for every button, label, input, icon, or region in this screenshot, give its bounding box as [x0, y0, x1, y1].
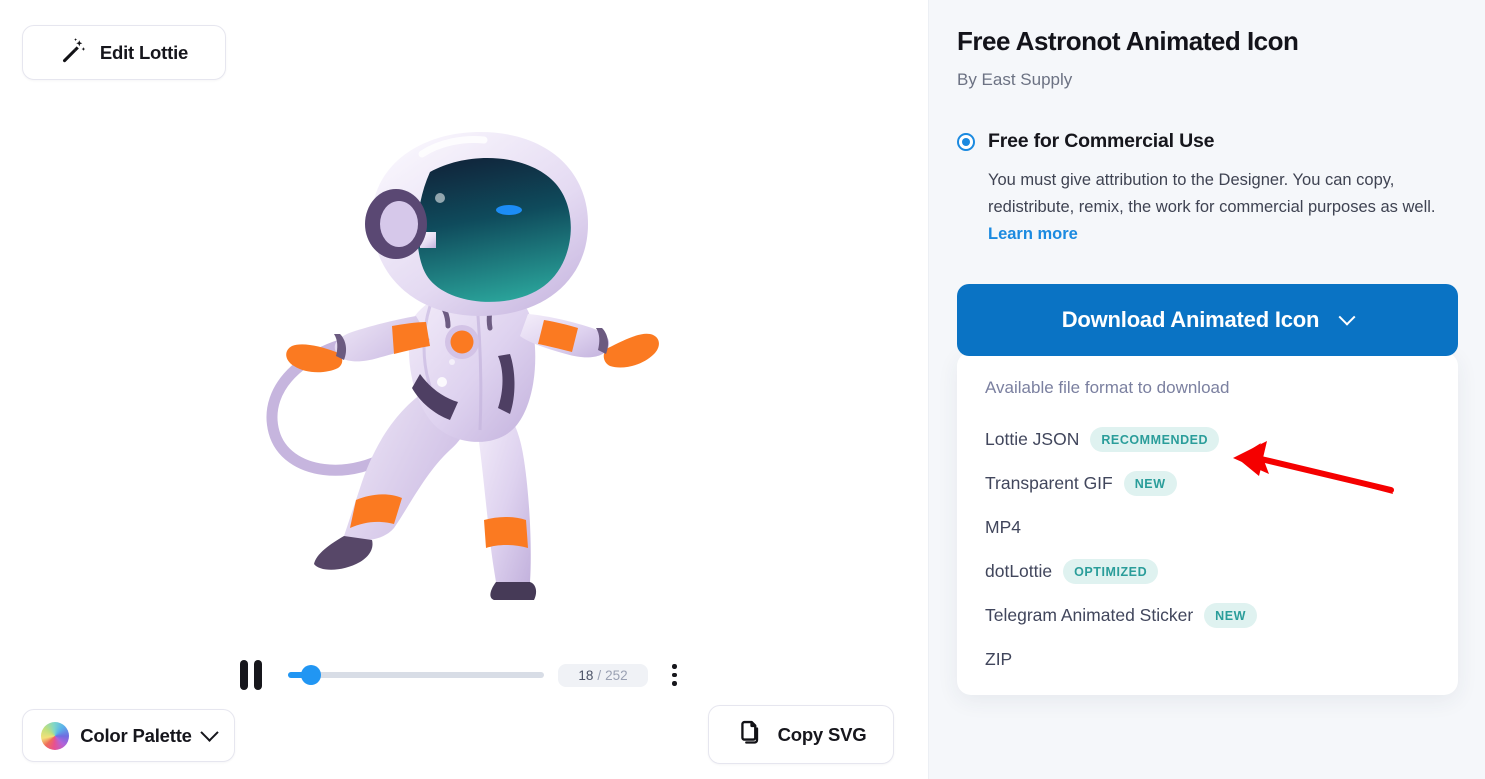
more-vertical-icon[interactable] [668, 660, 681, 690]
chevron-down-icon [200, 723, 219, 742]
format-label: ZIP [985, 649, 1013, 670]
format-option-transparent-gif[interactable]: Transparent GIF NEW [985, 462, 1430, 506]
copy-pages-icon [736, 718, 764, 751]
available-formats-card: Available file format to download Lottie… [957, 351, 1458, 695]
edit-lottie-label: Edit Lottie [99, 41, 189, 63]
format-label: MP4 [985, 517, 1021, 538]
license-option-label: Free for Commercial Use [988, 130, 1215, 153]
format-option-lottie-json[interactable]: Lottie JSON RECOMMENDED [985, 418, 1430, 462]
copy-svg-label: Copy SVG [777, 723, 867, 745]
page-title: Free Astronot Animated Icon [957, 26, 1299, 56]
author-label: By East Supply [957, 70, 1073, 90]
format-badge: OPTIMIZED [1063, 559, 1159, 585]
format-badge: NEW [1123, 471, 1177, 497]
magic-wand-icon [60, 37, 86, 68]
license-option[interactable]: Free for Commercial Use [957, 130, 1457, 153]
animation-stage [244, 120, 684, 600]
color-wheel-icon [41, 721, 70, 750]
icon-details-panel: Free Astronot Animated Icon By East Supp… [928, 0, 1485, 779]
download-button-label: Download Animated Icon [1061, 306, 1320, 332]
format-label: Telegram Animated Sticker [985, 605, 1194, 626]
timeline-slider[interactable] [288, 665, 544, 685]
lottie-icon-detail-page: Edit Lottie 18 / 252 Color Palette Copy … [0, 0, 1485, 779]
astronaut-illustration [266, 132, 659, 600]
format-option-zip[interactable]: ZIP [985, 638, 1430, 682]
license-section: Free for Commercial Use You must give at… [957, 130, 1457, 248]
format-label: dotLottie [985, 561, 1053, 582]
animation-player-area: Edit Lottie 18 / 252 Color Palette Copy … [0, 0, 928, 779]
slider-thumb[interactable] [301, 665, 322, 685]
format-label: Lottie JSON [985, 429, 1080, 450]
format-badge: NEW [1204, 603, 1257, 629]
frame-separator: / [597, 667, 602, 683]
format-option-mp4[interactable]: MP4 [985, 506, 1430, 550]
playback-controls: 18 / 252 [240, 655, 680, 695]
license-description: You must give attribution to the Designe… [988, 167, 1457, 248]
total-frames: 252 [605, 667, 628, 683]
pause-icon[interactable] [240, 660, 266, 690]
slider-track [288, 672, 544, 678]
edit-lottie-button[interactable]: Edit Lottie [22, 25, 226, 80]
format-label: Transparent GIF [985, 473, 1113, 494]
current-frame: 18 [578, 667, 594, 683]
frame-counter: 18 / 252 [558, 663, 648, 687]
color-palette-label: Color Palette [80, 724, 192, 746]
format-option-telegram-sticker[interactable]: Telegram Animated Sticker NEW [985, 594, 1430, 638]
license-description-text: You must give attribution to the Designe… [988, 171, 1436, 217]
format-option-dotlottie[interactable]: dotLottie OPTIMIZED [985, 550, 1430, 594]
copy-svg-button[interactable]: Copy SVG [708, 705, 894, 764]
download-animated-icon-button[interactable]: Download Animated Icon [957, 283, 1458, 356]
radio-selected-icon[interactable] [957, 133, 975, 152]
learn-more-link[interactable]: Learn more [988, 225, 1078, 243]
formats-heading: Available file format to download [985, 377, 1230, 397]
color-palette-button[interactable]: Color Palette [22, 709, 235, 762]
format-badge: RECOMMENDED [1090, 427, 1220, 453]
chevron-down-icon [1338, 308, 1356, 326]
